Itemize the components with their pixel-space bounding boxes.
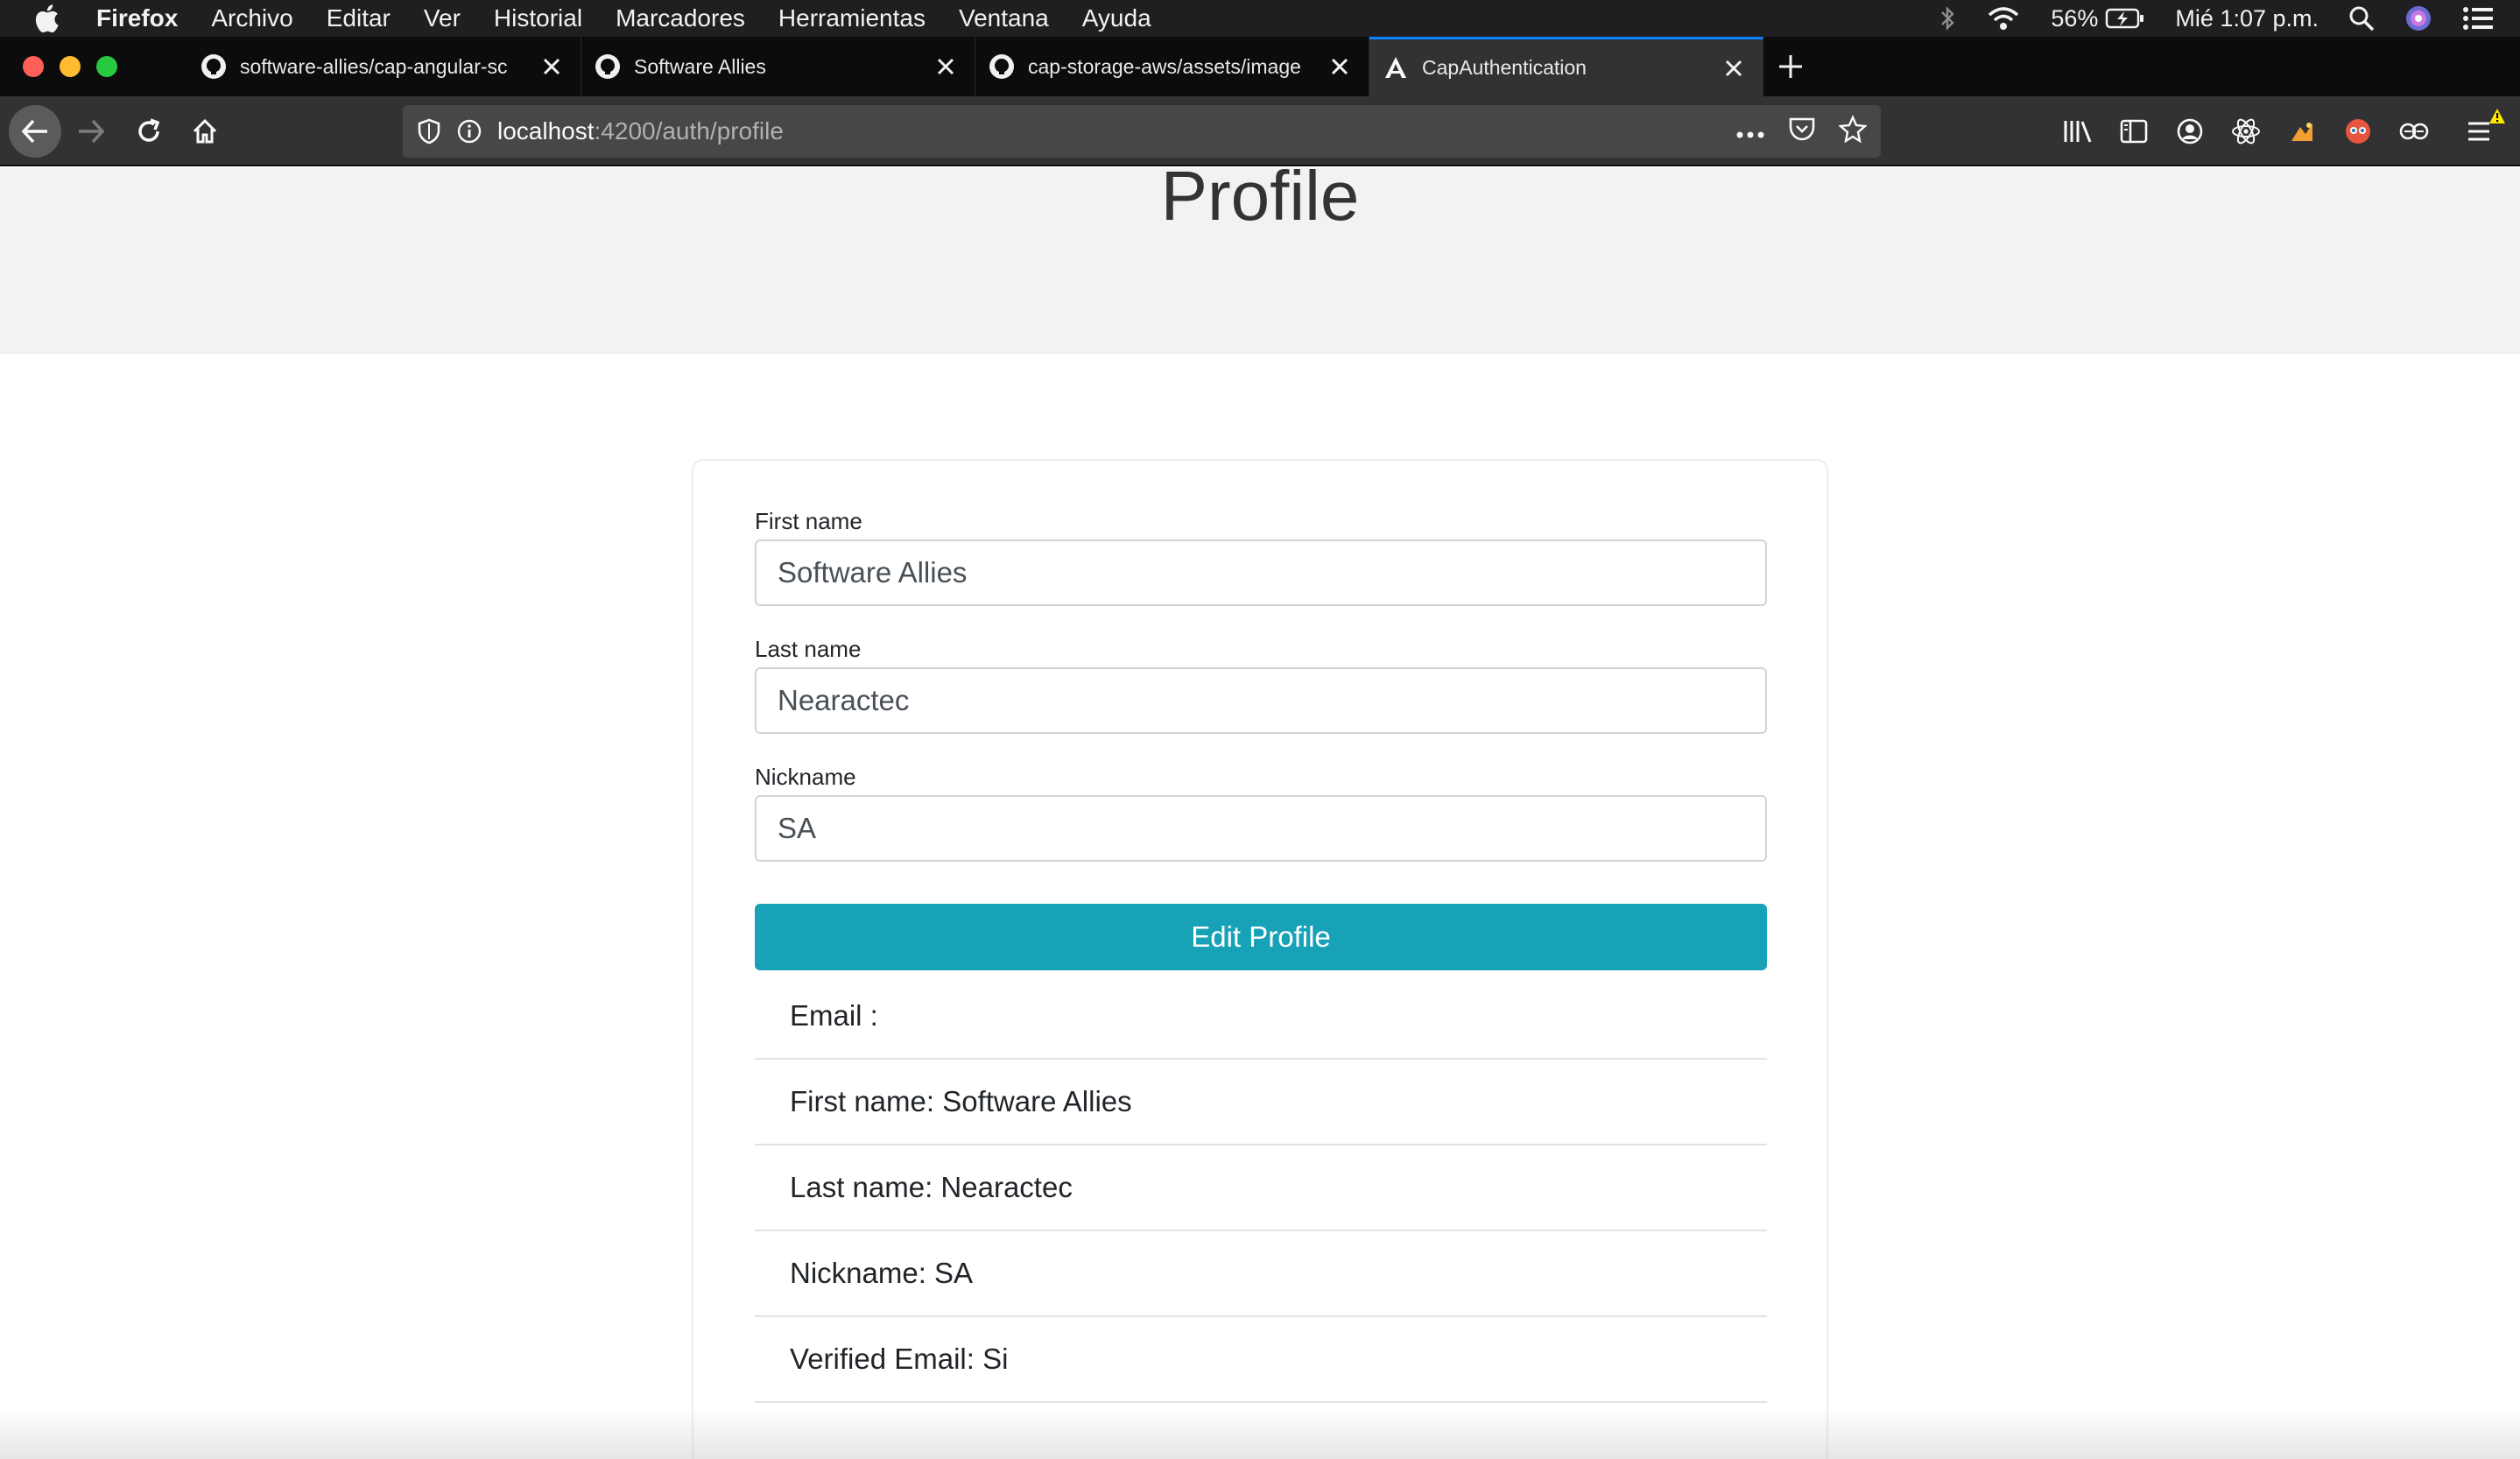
back-button[interactable] — [9, 105, 61, 158]
angular-icon — [1382, 54, 1410, 82]
notification-center-icon[interactable] — [2462, 6, 2494, 31]
url-host: localhost — [497, 117, 595, 144]
extension-toggle-icon[interactable] — [2284, 113, 2320, 150]
library-icon[interactable] — [2059, 113, 2096, 150]
menu-clock[interactable]: Mié 1:07 p.m. — [2175, 5, 2319, 32]
page-actions-icon[interactable] — [1735, 117, 1765, 145]
first-name-label: First name — [755, 508, 862, 534]
menu-herramientas[interactable]: Herramientas — [778, 4, 926, 32]
last-name-input[interactable]: Nearactec — [755, 667, 1767, 734]
menu-archivo[interactable]: Archivo — [211, 4, 292, 32]
menu-ayuda[interactable]: Ayuda — [1082, 4, 1151, 32]
tab-cap-angular[interactable]: software-allies/cap-angular-sc — [187, 37, 581, 96]
arrow-left-icon — [21, 119, 47, 144]
apple-icon[interactable] — [33, 4, 61, 33]
home-button[interactable] — [179, 105, 231, 158]
new-tab-button[interactable] — [1763, 37, 1818, 96]
first-name-input[interactable]: Software Allies — [755, 539, 1767, 606]
page-title: Profile — [1160, 168, 1360, 235]
pocket-icon[interactable] — [1788, 116, 1816, 148]
account-icon[interactable] — [2172, 113, 2208, 150]
privacy-extension-icon[interactable] — [2340, 113, 2376, 150]
tab-title: Software Allies — [634, 54, 766, 78]
wifi-icon[interactable] — [1986, 5, 2021, 32]
spotlight-search-icon[interactable] — [2348, 5, 2375, 32]
close-tab-icon[interactable] — [1721, 55, 1747, 81]
tracking-shield-icon[interactable] — [417, 118, 441, 144]
tab-software-allies[interactable]: Software Allies — [581, 37, 975, 96]
tab-strip: software-allies/cap-angular-sc Software … — [0, 37, 2520, 96]
menu-app-name[interactable]: Firefox — [96, 4, 178, 32]
update-warning-icon — [2489, 109, 2505, 123]
nickname-label: Nickname — [755, 764, 856, 790]
menu-ventana[interactable]: Ventana — [959, 4, 1049, 32]
plus-icon — [1779, 55, 1802, 78]
github-icon — [988, 53, 1016, 81]
github-icon — [200, 53, 228, 81]
translate-extension-icon[interactable] — [2396, 113, 2432, 150]
page-header: Profile — [0, 168, 2520, 354]
site-info-icon[interactable] — [457, 119, 482, 144]
reload-icon — [138, 118, 160, 142]
window-controls — [23, 56, 117, 77]
minimize-window-button[interactable] — [60, 56, 81, 77]
bottom-shadow — [0, 1406, 2520, 1459]
url-path: :4200/auth/profile — [594, 117, 784, 144]
macos-menu-bar: Firefox Archivo Editar Ver Historial Mar… — [0, 0, 2520, 37]
menu-historial[interactable]: Historial — [494, 4, 582, 32]
navigation-toolbar: localhost:4200/auth/profile — [0, 96, 2520, 166]
url-bar[interactable]: localhost:4200/auth/profile — [403, 105, 1881, 158]
battery-percent: 56% — [2051, 4, 2099, 32]
profile-card: First name Software Allies Last name Nea… — [692, 459, 1828, 1459]
react-devtools-icon[interactable] — [2228, 113, 2264, 150]
info-last-name: Last name: Nearactec — [755, 1145, 1767, 1231]
tab-title: software-allies/cap-angular-sc — [240, 54, 508, 78]
tab-capauthentication[interactable]: CapAuthentication — [1369, 37, 1763, 96]
bookmark-star-icon[interactable] — [1838, 114, 1868, 149]
info-first-name: First name: Software Allies — [755, 1060, 1767, 1145]
close-window-button[interactable] — [23, 56, 44, 77]
arrow-right-icon — [79, 119, 105, 144]
info-verified-email: Verified Email: Si — [755, 1317, 1767, 1403]
forward-button[interactable] — [65, 105, 117, 158]
info-nickname: Nickname: SA — [755, 1231, 1767, 1317]
menu-marcadores[interactable]: Marcadores — [616, 4, 745, 32]
profile-info-list: Email : First name: Software Allies Last… — [755, 974, 1767, 1403]
menu-editar[interactable]: Editar — [327, 4, 391, 32]
menu-ver[interactable]: Ver — [424, 4, 461, 32]
tab-title: cap-storage-aws/assets/image — [1028, 54, 1301, 78]
battery-status[interactable]: 56% — [2051, 5, 2145, 32]
reload-button[interactable] — [123, 105, 175, 158]
url-text[interactable]: localhost:4200/auth/profile — [497, 117, 784, 145]
web-page: Profile First name Software Allies Last … — [0, 168, 2520, 1459]
github-icon — [594, 53, 622, 81]
tab-cap-storage-aws[interactable]: cap-storage-aws/assets/image — [975, 37, 1369, 96]
close-tab-icon[interactable] — [538, 53, 565, 80]
battery-charging-icon — [2105, 7, 2145, 30]
zoom-window-button[interactable] — [96, 56, 117, 77]
last-name-label: Last name — [755, 636, 862, 662]
info-email: Email : — [755, 974, 1767, 1060]
close-tab-icon[interactable] — [1327, 53, 1353, 80]
close-tab-icon[interactable] — [933, 53, 959, 80]
hamburger-menu-icon[interactable] — [2462, 109, 2505, 150]
sidebar-icon[interactable] — [2115, 113, 2152, 150]
tab-title: CapAuthentication — [1422, 56, 1587, 79]
nickname-input[interactable]: SA — [755, 795, 1767, 862]
bluetooth-icon[interactable] — [1940, 5, 1956, 32]
siri-icon[interactable] — [2404, 4, 2432, 32]
home-icon — [193, 118, 217, 144]
edit-profile-button[interactable]: Edit Profile — [755, 904, 1767, 970]
